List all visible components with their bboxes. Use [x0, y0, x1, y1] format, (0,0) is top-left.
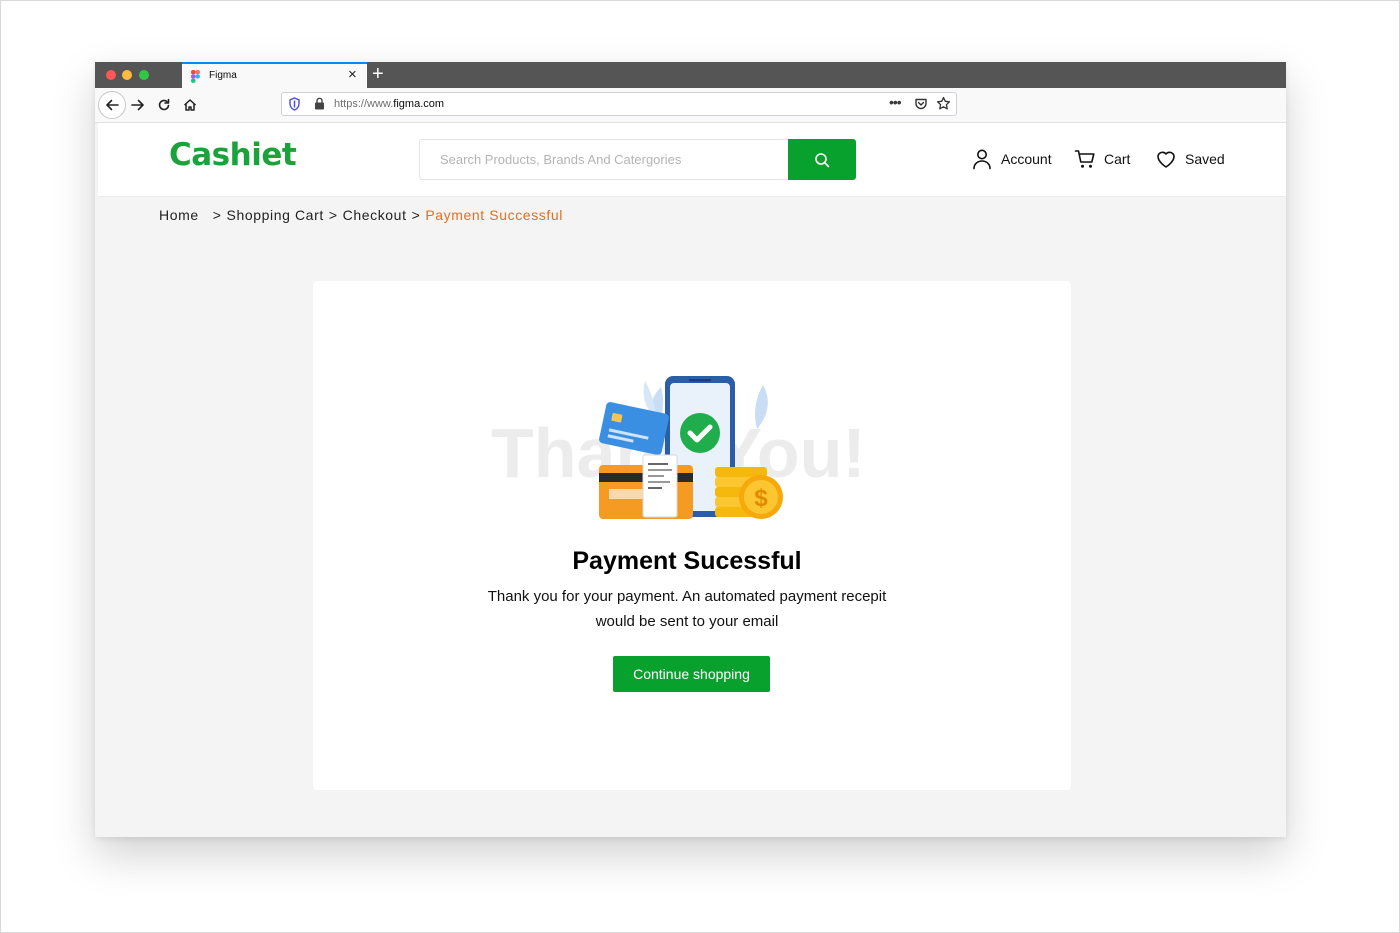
search-button[interactable] [788, 139, 856, 180]
cart-icon [1074, 150, 1095, 168]
breadcrumb-current: Payment Successful [425, 207, 563, 223]
continue-shopping-button[interactable]: Continue shopping [613, 656, 770, 692]
breadcrumb-shopping-cart[interactable]: Shopping Cart [227, 207, 324, 223]
close-window-button[interactable] [106, 70, 116, 80]
back-button[interactable] [98, 91, 126, 119]
browser-toolbar: https://www.figma.com ••• [95, 88, 1286, 123]
search-bar [419, 139, 856, 180]
browser-window: Figma × + https://www.figma.com ••• Cash… [95, 62, 1286, 837]
tab-title: Figma [209, 70, 237, 81]
svg-text:$: $ [754, 485, 768, 512]
url-domain: figma.com [393, 98, 445, 110]
cashiet-logo[interactable]: Cashiet [169, 137, 297, 173]
home-icon [183, 99, 197, 111]
address-bar[interactable]: https://www.figma.com ••• [281, 92, 957, 116]
search-input[interactable] [420, 140, 788, 179]
user-icon [973, 149, 991, 170]
close-tab-icon[interactable]: × [348, 67, 357, 83]
home-button[interactable] [177, 92, 203, 118]
site-header: Cashiet Account Cart Saved [98, 123, 1286, 197]
maximize-window-button[interactable] [139, 70, 149, 80]
breadcrumb-separator: > [411, 207, 421, 223]
saved-label: Saved [1185, 151, 1225, 167]
cart-link[interactable]: Cart [1074, 148, 1130, 170]
minimize-window-button[interactable] [122, 70, 132, 80]
tab-strip: Figma × + [95, 62, 1286, 88]
breadcrumb-home[interactable]: Home [159, 207, 199, 223]
url-prefix: https://www. [334, 98, 394, 110]
payment-success-message: Thank you for your payment. An automated… [467, 584, 907, 634]
saved-link[interactable]: Saved [1155, 148, 1225, 170]
browser-tab[interactable]: Figma × [182, 62, 367, 88]
message-line-1: Thank you for your payment. An automated… [487, 588, 887, 605]
payment-success-card: Thank You! $ Payment Sucessful Thank you… [313, 281, 1071, 790]
forward-button[interactable] [125, 92, 151, 118]
reload-button[interactable] [151, 92, 177, 118]
pocket-icon[interactable] [914, 97, 928, 111]
payment-success-title: Payment Sucessful [572, 547, 802, 575]
bookmark-star-icon[interactable] [936, 96, 951, 111]
account-link[interactable]: Account [971, 148, 1052, 170]
cart-label: Cart [1104, 151, 1131, 167]
forward-arrow-icon [131, 99, 144, 111]
back-arrow-icon [106, 99, 119, 111]
breadcrumb-separator: > [212, 207, 222, 223]
search-icon [815, 152, 830, 167]
new-tab-button[interactable]: + [372, 63, 384, 85]
figma-favicon-icon [191, 70, 200, 83]
lock-icon [315, 97, 324, 110]
payment-success-illustration: Thank You! $ [491, 376, 866, 519]
account-label: Account [1001, 151, 1052, 167]
breadcrumb-separator: > [328, 207, 338, 223]
breadcrumb-checkout[interactable]: Checkout [343, 207, 407, 223]
message-line-2: would be sent to your email [595, 613, 779, 630]
breadcrumb: Home > Shopping Cart > Checkout > Payment Suc… [159, 207, 563, 223]
heart-icon [1157, 151, 1175, 168]
page-actions-menu[interactable]: ••• [889, 94, 902, 110]
tracking-shield-icon[interactable] [288, 97, 301, 111]
url-text[interactable]: https://www.figma.com [334, 98, 444, 110]
reload-icon [158, 98, 170, 111]
